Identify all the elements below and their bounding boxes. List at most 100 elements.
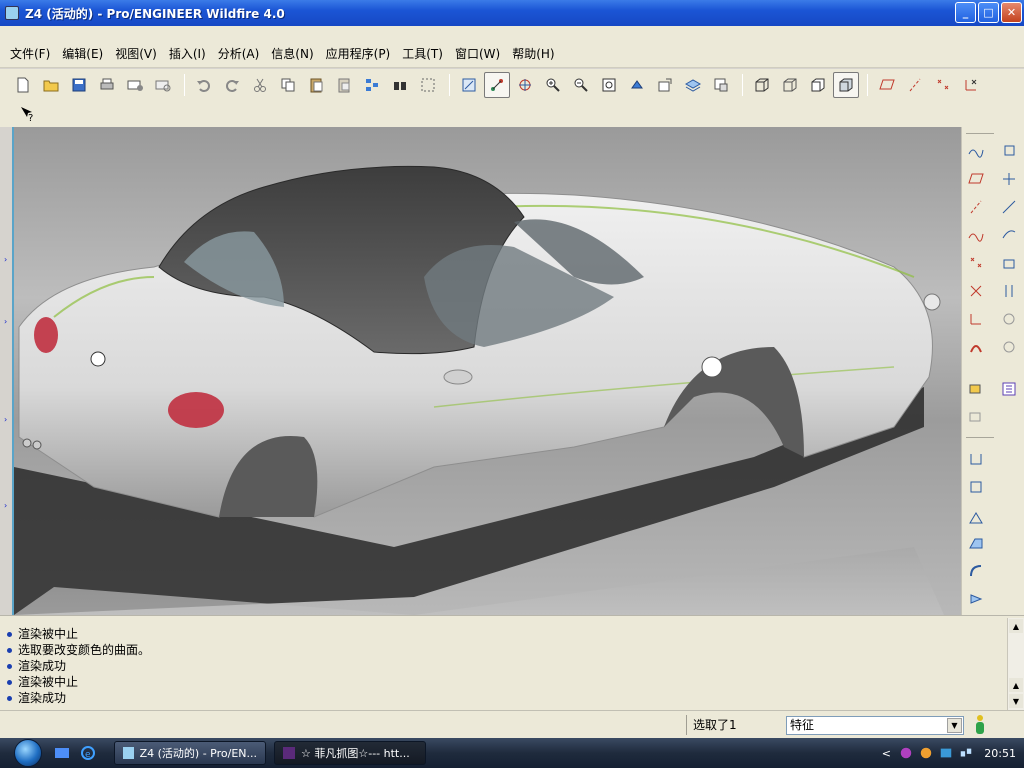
selection-filter-select[interactable]: 特征 ▼ <box>786 716 964 735</box>
scroll-up-icon[interactable]: ▲ <box>1009 619 1023 633</box>
save-icon[interactable] <box>66 72 92 98</box>
task-screenshot[interactable]: ☆ 菲凡抓图☆--- htt... <box>274 741 426 765</box>
whats-this-icon[interactable]: ? <box>14 101 40 127</box>
tray-app-icon[interactable] <box>898 745 914 761</box>
toolbar-separator <box>742 74 743 96</box>
extrude-icon[interactable] <box>997 251 1021 275</box>
open-folder-icon[interactable] <box>38 72 64 98</box>
email-icon[interactable] <box>122 72 148 98</box>
pattern-icon[interactable] <box>964 335 988 359</box>
view-sketch-icon[interactable] <box>456 72 482 98</box>
tray-expand-icon[interactable]: < <box>878 745 894 761</box>
saved-views-icon[interactable] <box>652 72 678 98</box>
zoom-in-icon[interactable] <box>540 72 566 98</box>
menu-analysis[interactable]: 分析(A) <box>212 45 266 62</box>
menu-info[interactable]: 信息(N) <box>265 45 319 62</box>
sweep-icon[interactable] <box>997 279 1021 303</box>
toolbar-separator <box>449 74 450 96</box>
start-button[interactable] <box>10 738 46 768</box>
spin-center-icon[interactable] <box>512 72 538 98</box>
datum-planes-icon[interactable] <box>874 72 900 98</box>
draft-icon[interactable] <box>964 405 988 429</box>
datum-axis-icon[interactable] <box>964 167 988 191</box>
menu-applications[interactable]: 应用程序(P) <box>320 45 397 62</box>
shading-icon[interactable] <box>833 72 859 98</box>
analysis-feature-icon[interactable] <box>964 223 988 247</box>
datum-curve-icon[interactable] <box>997 167 1021 191</box>
print-icon[interactable] <box>94 72 120 98</box>
datum-points-icon[interactable] <box>930 72 956 98</box>
round-icon[interactable] <box>964 447 988 471</box>
copy-icon[interactable] <box>275 72 301 98</box>
quicklaunch-item[interactable] <box>52 743 72 763</box>
no-hidden-icon[interactable] <box>805 72 831 98</box>
find-icon[interactable] <box>387 72 413 98</box>
select-box-icon[interactable] <box>415 72 441 98</box>
fill-icon[interactable] <box>997 307 1021 331</box>
hole-icon[interactable] <box>997 335 1021 359</box>
menu-window[interactable]: 窗口(W) <box>449 45 506 62</box>
network-icon[interactable] <box>958 745 974 761</box>
tray-app-icon[interactable] <box>918 745 934 761</box>
menu-edit[interactable]: 编辑(E) <box>56 45 109 62</box>
task-proe[interactable]: Z4 (活动的) - Pro/EN... <box>114 741 266 765</box>
datum-axes-icon[interactable] <box>902 72 928 98</box>
sketch-curve-icon[interactable] <box>964 139 988 163</box>
refit-icon[interactable] <box>596 72 622 98</box>
paste-special-icon[interactable] <box>331 72 357 98</box>
minimize-button[interactable]: _ <box>955 2 976 23</box>
app-icon[interactable] <box>5 6 19 20</box>
layers-icon[interactable] <box>680 72 706 98</box>
datum-plane-icon[interactable] <box>997 139 1021 163</box>
maximize-button[interactable]: □ <box>978 2 999 23</box>
regenerate-icon[interactable] <box>359 72 385 98</box>
wireframe-icon[interactable] <box>749 72 775 98</box>
email-attach-icon[interactable] <box>150 72 176 98</box>
view-manager-icon[interactable] <box>708 72 734 98</box>
menu-help[interactable]: 帮助(H) <box>506 45 560 62</box>
title-bar[interactable]: Z4 (活动的) - Pro/ENGINEER Wildfire 4.0 _ □… <box>0 0 1024 26</box>
blend-icon[interactable] <box>964 307 988 331</box>
reorient-icon[interactable] <box>624 72 650 98</box>
pan-icon[interactable] <box>484 72 510 98</box>
close-button[interactable]: ✕ <box>1001 2 1022 23</box>
scroll-up-small-icon[interactable]: ▲ <box>1009 678 1023 692</box>
coord-sys-icon[interactable] <box>958 72 984 98</box>
scroll-down-icon[interactable]: ▼ <box>1009 694 1023 708</box>
revolve-icon[interactable] <box>964 279 988 303</box>
message-scrollbar[interactable]: ▲ ▲ ▼ <box>1007 618 1024 710</box>
toolbar-separator <box>184 74 185 96</box>
cut-icon[interactable] <box>247 72 273 98</box>
undo-icon[interactable] <box>191 72 217 98</box>
quicklaunch-item[interactable]: e <box>78 743 98 763</box>
shell-icon[interactable] <box>964 377 988 401</box>
graphics-viewport[interactable] <box>14 127 961 615</box>
group-icon[interactable] <box>964 587 988 611</box>
trim-icon[interactable] <box>964 531 988 555</box>
toolbar-separator <box>966 133 994 134</box>
merge-icon[interactable] <box>964 505 988 529</box>
intersect-icon[interactable] <box>964 559 988 583</box>
copy-feature-icon[interactable] <box>997 223 1021 247</box>
chamfer-icon[interactable] <box>964 475 988 499</box>
svg-text:?: ? <box>28 113 33 123</box>
new-file-icon[interactable] <box>10 72 36 98</box>
datum-point-icon[interactable] <box>964 195 988 219</box>
clock[interactable]: 20:51 <box>984 747 1016 760</box>
tray-app-icon[interactable] <box>938 745 954 761</box>
task-label: ☆ 菲凡抓图☆--- htt... <box>301 747 410 760</box>
menu-tools[interactable]: 工具(T) <box>396 45 449 62</box>
message-area: 渲染被中止 选取要改变颜色的曲面。 渲染成功 渲染被中止 渲染成功 <box>0 615 1024 710</box>
mirror-icon[interactable] <box>964 251 988 275</box>
paste-icon[interactable] <box>303 72 329 98</box>
chevron-down-icon[interactable]: ▼ <box>947 718 962 733</box>
app-icon <box>123 747 134 759</box>
hidden-line-icon[interactable] <box>777 72 803 98</box>
rib-icon[interactable] <box>997 377 1021 401</box>
menu-file[interactable]: 文件(F) <box>4 45 56 62</box>
redo-icon[interactable] <box>219 72 245 98</box>
zoom-out-icon[interactable] <box>568 72 594 98</box>
coordinate-system-icon[interactable] <box>997 195 1021 219</box>
menu-view[interactable]: 视图(V) <box>109 45 163 62</box>
menu-insert[interactable]: 插入(I) <box>163 45 212 62</box>
